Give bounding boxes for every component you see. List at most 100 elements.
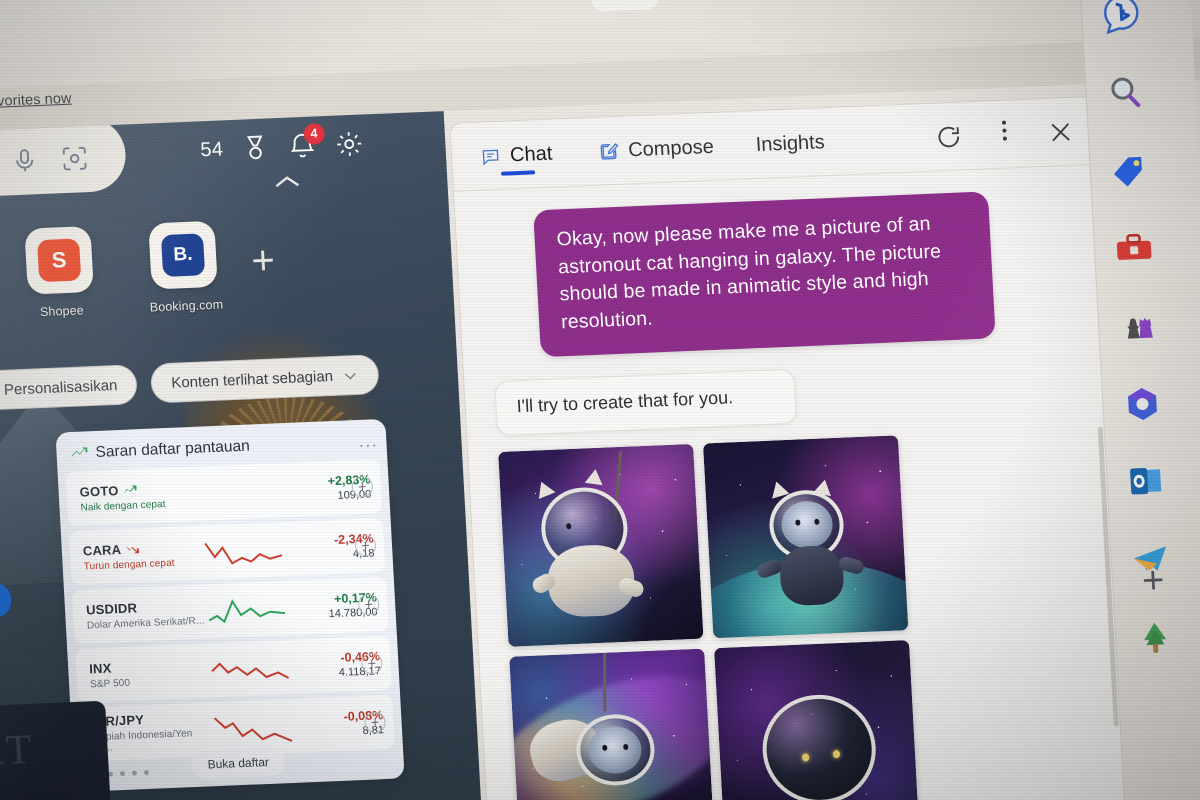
watchlist-card: Saran daftar pantauan ... GOTO Naik deng… <box>55 418 405 793</box>
new-tab-page: 54 4 S Shopee B. Booking.com + Personali… <box>0 111 486 800</box>
generated-image[interactable] <box>509 648 715 800</box>
sparkline <box>200 532 287 570</box>
booking-icon: B. <box>160 233 206 277</box>
user-message-bubble: Okay, now please make me a picture of an… <box>533 191 996 357</box>
watchlist-rows: GOTO Naik dengan cepat +2,83% 109,00 + C… <box>58 459 404 778</box>
rewards-count: 54 <box>199 137 224 161</box>
row-left: CARA Turun dengan cepat <box>82 538 201 572</box>
tab-compose-label: Compose <box>627 135 715 162</box>
chat-panel-actions <box>933 98 1077 172</box>
add-shortcut-button[interactable]: + <box>250 238 276 283</box>
shortcut-tile: B. <box>148 220 218 290</box>
notifications-bell-icon[interactable]: 4 <box>286 123 326 161</box>
compose-pencil-icon <box>600 142 619 160</box>
carousel-next-icon[interactable] <box>391 618 405 637</box>
visual-search-icon[interactable] <box>60 144 89 173</box>
row-left: IDR/JPY Rupiah Indonesia/Yen Je... <box>92 709 212 754</box>
row-left: GOTO Naik dengan cepat <box>79 479 198 514</box>
cat-eye <box>623 743 629 750</box>
table-row[interactable]: CARA Turun dengan cepat -2,34% 4,18 + <box>68 517 386 586</box>
watchlist-more-button[interactable]: ... <box>359 433 379 452</box>
row-symbol: CARA <box>82 538 201 558</box>
assistant-message-bubble: I'll try to create that for you. <box>494 368 798 437</box>
news-card-dark[interactable]: FORT <box>0 700 116 800</box>
shopping-tag-icon[interactable] <box>1107 148 1153 194</box>
symbol-text: GOTO <box>79 482 119 500</box>
chat-message-list: Okay, now please make me a picture of an… <box>454 165 1134 800</box>
tab-compose[interactable]: Compose <box>588 113 723 186</box>
search-icon[interactable] <box>1102 70 1148 116</box>
generated-image[interactable] <box>714 639 920 800</box>
page-settings-gear-icon[interactable] <box>333 128 365 159</box>
sparkline <box>210 709 297 747</box>
shortcut-label: Booking.com <box>149 297 224 315</box>
rewards-medal-icon[interactable] <box>239 132 271 163</box>
table-row[interactable]: INX S&P 500 -0,46% 4.118,17 + <box>75 635 392 703</box>
screen-surface: ge favorites now <box>0 0 1200 800</box>
tab-insights[interactable]: Insights <box>746 108 835 179</box>
add-sidebar-app-button[interactable]: + <box>1141 559 1165 602</box>
row-symbol: IDR/JPY <box>92 709 211 729</box>
add-favorite-icon[interactable] <box>606 0 642 2</box>
cat-eye <box>601 744 608 751</box>
cat-body <box>778 544 845 607</box>
generated-image[interactable] <box>498 443 704 647</box>
row-subtitle: Rupiah Indonesia/Yen Je... <box>92 728 193 754</box>
newtab-status-icons: 54 4 <box>199 123 365 165</box>
row-symbol: USDIDR <box>86 597 205 617</box>
sparkline <box>207 650 294 688</box>
personalize-button[interactable]: Personalisasikan <box>0 364 139 412</box>
symbol-text: USDIDR <box>85 599 138 617</box>
outlook-icon[interactable] <box>1124 459 1170 505</box>
more-options-icon[interactable] <box>990 120 1019 149</box>
personalize-label: Personalisasikan <box>3 376 118 399</box>
shortcut-tiles: Tokopedia S Shopee B. Booking.com <box>0 220 224 325</box>
bing-chat-panel: Chat Compose Insights Okay, now please m… <box>449 95 1135 800</box>
close-icon[interactable] <box>1046 118 1075 147</box>
shortcut-tile: S <box>24 225 94 295</box>
copilot-bing-icon[interactable] <box>1098 0 1144 38</box>
trend-down-icon <box>125 545 140 553</box>
cat-eye <box>794 519 801 526</box>
tab-insights-label: Insights <box>755 131 826 157</box>
search-input-icons <box>10 144 89 175</box>
trend-up-icon <box>123 484 137 494</box>
side-blue-tab[interactable] <box>0 581 13 623</box>
row-subtitle: S&P 500 <box>89 677 131 690</box>
row-subtitle: Turun dengan cepat <box>83 557 175 573</box>
sparkline <box>197 473 284 511</box>
shortcut-shopee[interactable]: S Shopee <box>21 225 98 320</box>
notification-badge: 4 <box>302 123 326 145</box>
symbol-text: CARA <box>82 541 122 559</box>
tab-chat[interactable]: Chat <box>470 119 562 191</box>
cat-ear <box>584 468 605 486</box>
chevron-down-icon <box>344 372 356 379</box>
open-watchlist-button[interactable]: Buka daftar <box>190 747 286 780</box>
refresh-icon[interactable] <box>934 122 963 151</box>
news-watermark: FORT <box>0 726 37 778</box>
row-left: INX S&P 500 <box>89 656 208 690</box>
table-row[interactable]: USDIDR Dolar Amerika Serikat/R... +0,17%… <box>71 576 389 644</box>
tab-chat-label: Chat <box>509 142 553 167</box>
microphone-icon[interactable] <box>10 146 39 175</box>
row-symbol: INX <box>89 656 208 676</box>
toolbar-icon-group <box>606 0 1036 4</box>
microsoft365-icon[interactable] <box>1119 381 1165 427</box>
tools-toolbox-icon[interactable] <box>1111 225 1157 271</box>
chat-bubble-icon <box>482 149 499 165</box>
generated-image[interactable] <box>702 435 909 639</box>
row-symbol: GOTO <box>79 479 198 499</box>
row-subtitle: Naik dengan cepat <box>80 498 166 514</box>
generated-image-grid <box>498 435 920 800</box>
watchlist-title: Saran daftar pantauan <box>95 437 251 461</box>
shortcut-label: Shopee <box>39 303 85 320</box>
sparkline <box>203 591 290 629</box>
content-visibility-label: Konten terlihat sebagian <box>170 367 334 392</box>
trend-up-icon <box>71 447 88 457</box>
games-chess-icon[interactable] <box>1115 303 1161 349</box>
row-subtitle: Dolar Amerika Serikat/R... <box>86 615 205 631</box>
tree-icon[interactable] <box>1132 615 1178 661</box>
collapse-chevron-up-icon[interactable] <box>272 172 303 191</box>
shortcut-booking[interactable]: B. Booking.com <box>145 220 224 315</box>
row-left: USDIDR Dolar Amerika Serikat/R... <box>86 597 205 631</box>
